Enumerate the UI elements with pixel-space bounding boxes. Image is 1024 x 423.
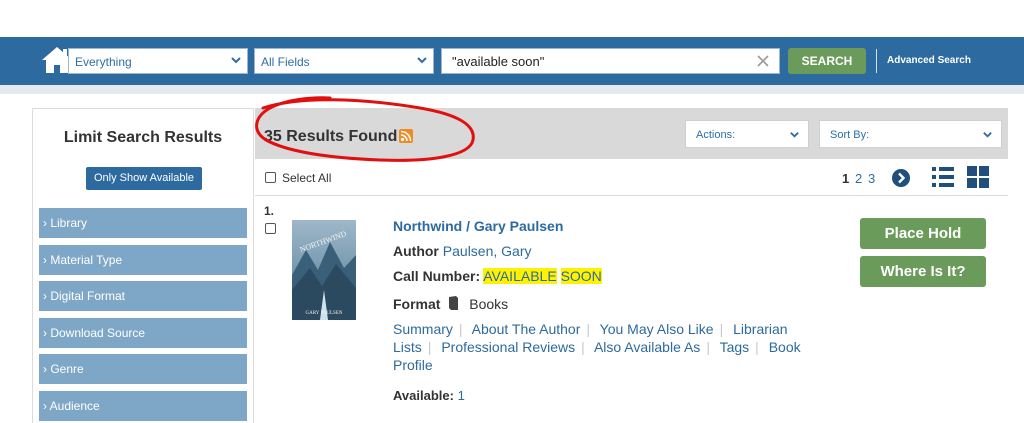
result-checkbox[interactable] [265, 223, 276, 234]
actions-dropdown[interactable]: Actions: [685, 120, 809, 148]
sort-by-dropdown[interactable]: Sort By: [819, 120, 1002, 148]
facet-genre[interactable]: › Genre [39, 354, 247, 384]
grid-view-icon[interactable] [967, 166, 989, 188]
sort-by-label: Sort By: [830, 129, 870, 141]
search-input[interactable]: "available soon" [441, 48, 780, 74]
chevron-down-icon [983, 132, 992, 138]
search-query-text: "available soon" [452, 54, 545, 69]
results-count: 35 Results Found [264, 128, 398, 145]
sidebar-title: Limit Search Results [63, 129, 223, 146]
search-bar: Everything All Fields "available soon" S… [0, 37, 1024, 85]
result-title-link[interactable]: Northwind / Gary Paulsen [393, 218, 563, 234]
search-scope-select[interactable]: Everything [68, 48, 248, 74]
advanced-search-link[interactable]: Advanced Search [887, 55, 971, 66]
search-scope-value: Everything [75, 55, 132, 69]
results-toolbar: Select All 1 2 3 [255, 159, 1008, 196]
limit-search-sidebar: Limit Search Results Only Show Available… [32, 108, 254, 423]
facet-library[interactable]: › Library [39, 208, 247, 238]
book-icon [449, 296, 459, 310]
tags-link[interactable]: Tags [720, 339, 750, 355]
search-button[interactable]: SEARCH [788, 48, 866, 74]
close-icon[interactable] [755, 53, 771, 69]
search-field-select[interactable]: All Fields [254, 48, 434, 74]
page-link-3[interactable]: 3 [868, 171, 875, 186]
select-all-label[interactable]: Select All [282, 171, 331, 185]
cover-author-text: GARY PAULSEN [306, 311, 343, 316]
chevron-down-icon [417, 57, 427, 64]
author-link[interactable]: Paulsen, Gary [443, 243, 532, 259]
result-links: Summary | About The Author | You May Also … [393, 321, 801, 373]
next-page-icon[interactable] [891, 168, 911, 188]
call-number-row: Call Number: AVAILABLE SOON [393, 268, 602, 284]
call-number-highlight-soon: SOON [560, 268, 602, 284]
author-label: Author [393, 243, 439, 259]
format-value: Books [469, 296, 509, 312]
about-author-link[interactable]: About The Author [472, 321, 581, 337]
only-show-available-button[interactable]: Only Show Available [86, 167, 202, 190]
actions-label: Actions: [696, 129, 736, 141]
availability-row: Available: 1 [393, 388, 465, 403]
subheader-band [0, 85, 1024, 94]
result-number: 1. [264, 204, 275, 218]
facet-material-type[interactable]: › Material Type [39, 245, 247, 275]
also-available-as-link[interactable]: Also Available As [594, 339, 700, 355]
results-header: 35 Results Found Actions: Sort By: [255, 108, 1008, 159]
format-row: Format Books [393, 296, 508, 312]
page-link-1[interactable]: 1 [842, 171, 849, 186]
available-label: Available: [393, 388, 454, 403]
select-all-checkbox[interactable] [265, 172, 276, 183]
call-number-highlight-available: AVAILABLE [483, 268, 557, 284]
format-label: Format [393, 296, 441, 312]
facet-digital-format[interactable]: › Digital Format [39, 281, 247, 311]
rss-icon[interactable] [399, 129, 413, 143]
place-hold-button[interactable]: Place Hold [860, 218, 986, 249]
summary-link[interactable]: Summary [393, 321, 453, 337]
where-is-it-button[interactable]: Where Is It? [860, 256, 986, 287]
page-link-2[interactable]: 2 [855, 171, 862, 186]
facet-download-source[interactable]: › Download Source [39, 318, 247, 348]
divider [876, 49, 877, 73]
book-cover-image[interactable]: NORTHWIND GARY PAULSEN [292, 220, 356, 320]
call-number-label: Call Number: [393, 268, 481, 284]
facet-audience[interactable]: › Audience [39, 391, 247, 421]
available-count: 1 [457, 388, 465, 403]
chevron-down-icon [790, 132, 799, 138]
list-view-icon[interactable] [931, 165, 955, 189]
you-may-also-like-link[interactable]: You May Also Like [600, 321, 714, 337]
author-row: Author Paulsen, Gary [393, 243, 532, 259]
chevron-down-icon [231, 57, 241, 64]
professional-reviews-link[interactable]: Professional Reviews [441, 339, 575, 355]
search-field-value: All Fields [261, 55, 310, 69]
